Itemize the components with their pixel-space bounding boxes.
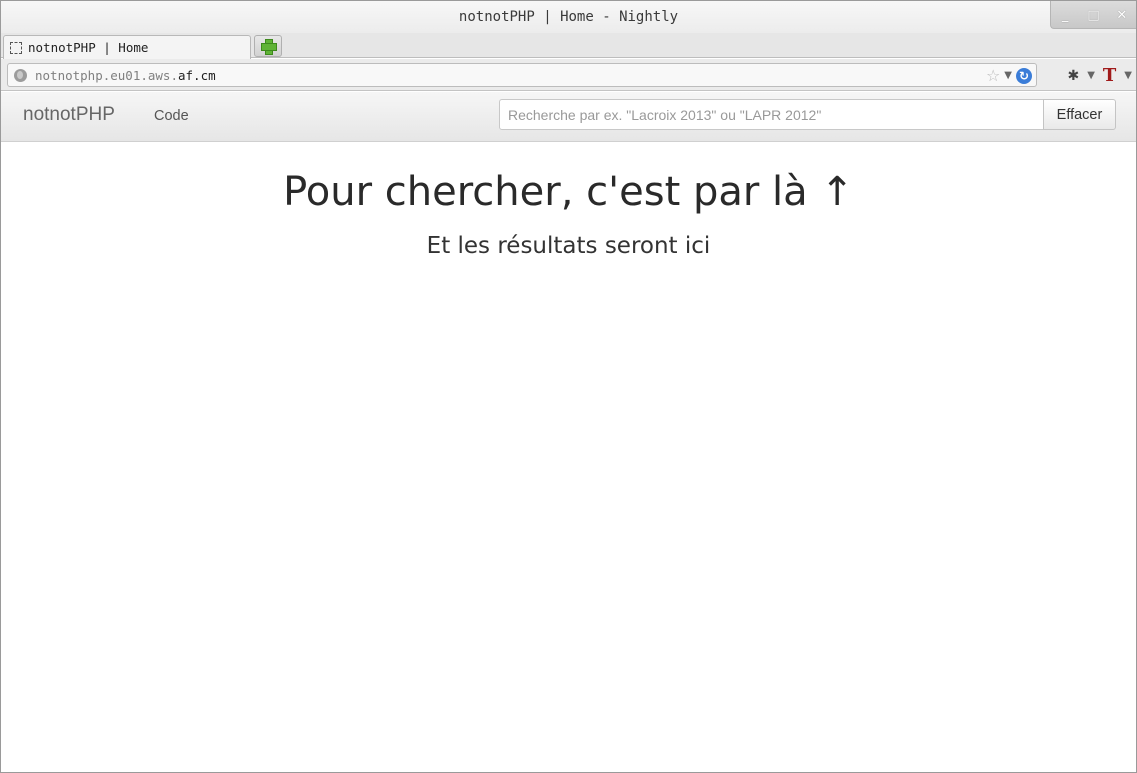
browser-window: notnotPHP | Home - Nightly _ □ ✕ notnotP… — [0, 0, 1137, 773]
plus-icon — [261, 39, 277, 55]
dropdown-icon[interactable]: ▼ — [1004, 70, 1012, 81]
url-text[interactable]: notnotphp.eu01.aws.af.cm — [35, 68, 216, 83]
star-icon[interactable]: ☆ — [986, 66, 1000, 85]
tab-home[interactable]: notnotPHP | Home — [3, 35, 251, 59]
url-bar-actions: ☆ ▼ ↻ — [986, 66, 1032, 85]
chevron-down-icon[interactable]: ▼ — [1124, 70, 1132, 81]
window-title: notnotPHP | Home - Nightly — [458, 9, 679, 25]
minimize-button[interactable]: _ — [1051, 1, 1079, 29]
tab-label: notnotPHP | Home — [28, 40, 149, 55]
chevron-down-icon[interactable]: ▼ — [1087, 70, 1095, 81]
page-title: Pour chercher, c'est par là ↑ — [283, 169, 854, 215]
nav-link-code[interactable]: Code — [154, 108, 189, 124]
page-icon — [10, 41, 22, 54]
toolbar-addons: ✱ ▼ T ▼ — [1067, 65, 1132, 86]
maximize-button[interactable]: □ — [1079, 1, 1107, 29]
url-prefix: notnotphp.eu01.aws. — [35, 67, 178, 83]
url-bar[interactable]: notnotphp.eu01.aws.af.cm ☆ ▼ ↻ — [7, 63, 1037, 87]
url-host: af.cm — [178, 67, 216, 83]
new-tab-button[interactable] — [254, 35, 282, 57]
bug-icon[interactable]: ✱ — [1067, 68, 1079, 84]
close-button[interactable]: ✕ — [1108, 1, 1136, 29]
page-subtitle: Et les résultats seront ici — [426, 233, 711, 259]
tab-strip: notnotPHP | Home — [1, 33, 1136, 59]
reload-icon[interactable]: ↻ — [1016, 67, 1032, 84]
site-brand[interactable]: notnotPHP — [23, 104, 115, 126]
site-navbar: notnotPHP Code Effacer — [1, 92, 1136, 142]
clear-button[interactable]: Effacer — [1043, 99, 1116, 130]
globe-icon — [14, 68, 27, 82]
search-input[interactable] — [499, 99, 1044, 130]
title-bar: notnotPHP | Home - Nightly _ □ ✕ — [1, 1, 1136, 33]
browser-toolbar: notnotphp.eu01.aws.af.cm ☆ ▼ ↻ ✱ ▼ T ▼ — [1, 59, 1136, 91]
text-t-icon[interactable]: T — [1103, 65, 1116, 86]
window-controls: _ □ ✕ — [1050, 1, 1136, 29]
